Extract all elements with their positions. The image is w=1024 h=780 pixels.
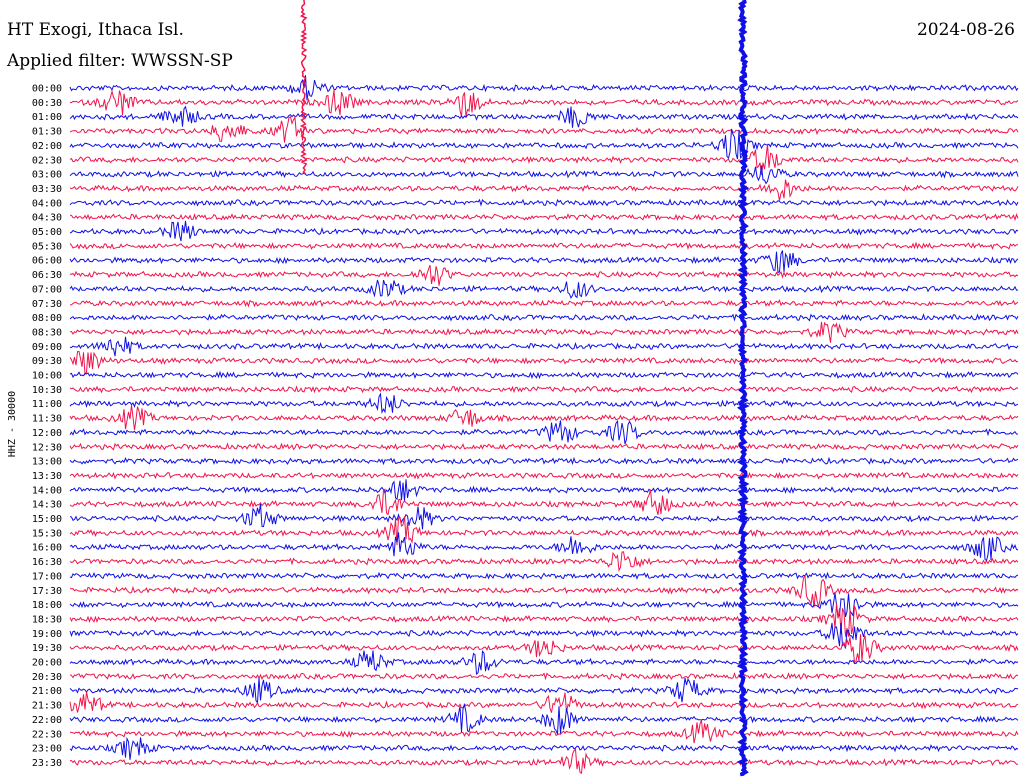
time-tick-label: 10:00: [32, 371, 62, 382]
time-tick-label: 14:30: [32, 500, 62, 511]
y-axis-label: HHZ - 30000: [7, 391, 18, 457]
time-tick-label: 01:30: [32, 127, 62, 138]
time-tick-label: 13:00: [32, 457, 62, 468]
time-tick-label: 17:00: [32, 571, 62, 582]
time-tick-label: 14:00: [32, 485, 62, 496]
time-tick-label: 02:00: [32, 141, 62, 152]
time-tick-label: 15:00: [32, 514, 62, 525]
time-tick-label: 12:00: [32, 428, 62, 439]
time-tick-label: 22:30: [32, 729, 62, 740]
time-tick-label: 06:00: [32, 256, 62, 267]
time-tick-label: 13:30: [32, 471, 62, 482]
time-tick-label: 01:00: [32, 112, 62, 123]
time-tick-label: 04:00: [32, 198, 62, 209]
time-tick-label: 07:00: [32, 284, 62, 295]
time-tick-label: 19:30: [32, 643, 62, 654]
time-tick-label: 04:30: [32, 213, 62, 224]
time-tick-label: 17:30: [32, 586, 62, 597]
time-tick-label: 20:00: [32, 658, 62, 669]
time-tick-label: 23:30: [32, 758, 62, 769]
time-tick-label: 15:30: [32, 528, 62, 539]
time-tick-label: 07:30: [32, 299, 62, 310]
time-tick-label: 18:30: [32, 614, 62, 625]
time-tick-label: 06:30: [32, 270, 62, 281]
time-tick-label: 08:30: [32, 327, 62, 338]
time-tick-label: 20:30: [32, 672, 62, 683]
time-tick-label: 21:30: [32, 701, 62, 712]
time-tick-label: 09:30: [32, 356, 62, 367]
time-tick-label: 11:30: [32, 414, 62, 425]
time-tick-label: 23:00: [32, 744, 62, 755]
time-tick-label: 05:30: [32, 241, 62, 252]
station-title: HT Exogi, Ithaca Isl.: [7, 20, 184, 40]
time-tick-label: 21:00: [32, 686, 62, 697]
time-tick-label: 05:00: [32, 227, 62, 238]
time-tick-label: 11:00: [32, 399, 62, 410]
time-tick-label: 16:30: [32, 557, 62, 568]
time-tick-label: 10:30: [32, 385, 62, 396]
time-tick-label: 00:30: [32, 98, 62, 109]
time-tick-label: 12:30: [32, 442, 62, 453]
time-tick-label: 03:30: [32, 184, 62, 195]
time-tick-label: 08:00: [32, 313, 62, 324]
time-tick-label: 18:00: [32, 600, 62, 611]
time-tick-label: 22:00: [32, 715, 62, 726]
time-tick-label: 00:00: [32, 84, 62, 95]
helicorder-chart: HT Exogi, Ithaca Isl. 2024-08-26 Applied…: [0, 0, 1024, 780]
time-tick-label: 09:00: [32, 342, 62, 353]
time-tick-label: 19:00: [32, 629, 62, 640]
time-tick-label: 16:00: [32, 543, 62, 554]
time-tick-label: 02:30: [32, 155, 62, 166]
filter-label: Applied filter: WWSSN-SP: [6, 51, 233, 71]
time-tick-label: 03:00: [32, 170, 62, 181]
date-label: 2024-08-26: [917, 20, 1015, 40]
